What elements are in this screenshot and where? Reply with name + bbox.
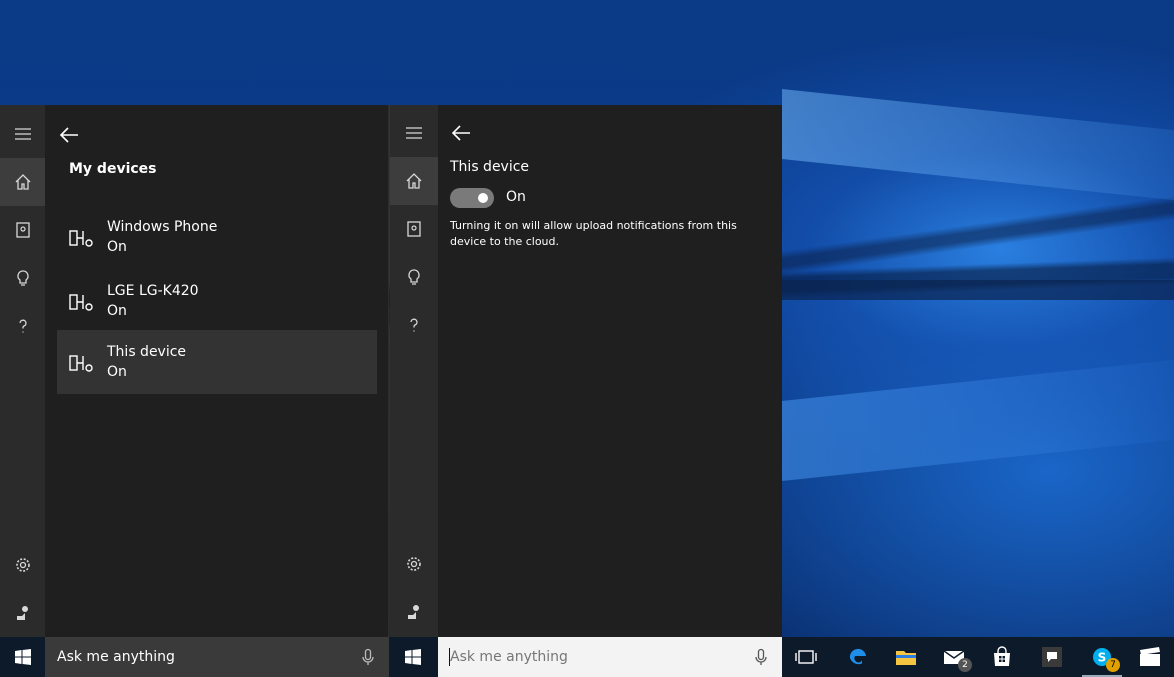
sync-notifications-toggle[interactable] xyxy=(450,188,494,208)
back-arrow-icon xyxy=(451,125,470,141)
store-button[interactable] xyxy=(978,637,1026,677)
device-name: This device xyxy=(107,344,187,360)
file-explorer-button[interactable] xyxy=(882,637,930,677)
menu-icon xyxy=(14,128,31,140)
svg-text:S: S xyxy=(1098,651,1107,665)
clapperboard-icon xyxy=(1140,647,1160,666)
reminders-button[interactable] xyxy=(390,253,438,301)
taskbar: Ask me anything Ask me anything 2 S 7 xyxy=(0,637,1174,677)
back-arrow-icon xyxy=(59,127,78,143)
settings-icon xyxy=(407,557,421,571)
task-view-icon xyxy=(795,650,817,664)
connected-device-icon xyxy=(69,230,93,247)
edge-browser-button[interactable] xyxy=(834,637,882,677)
device-item-this-device[interactable]: This device On xyxy=(57,330,377,394)
start-button-2[interactable] xyxy=(390,637,435,677)
windows-logo-icon xyxy=(14,649,31,665)
store-bag-icon xyxy=(994,646,1010,666)
help-button[interactable] xyxy=(0,302,45,350)
folder-icon xyxy=(896,651,916,665)
lightbulb-icon xyxy=(16,270,29,286)
notebook-button[interactable] xyxy=(0,206,45,254)
windows-logo-icon xyxy=(404,649,421,665)
notebook-icon xyxy=(15,222,30,238)
edge-icon xyxy=(849,648,866,665)
toggle-knob xyxy=(478,193,488,203)
home-icon xyxy=(406,173,422,189)
lightbulb-icon xyxy=(408,269,420,285)
help-icon xyxy=(18,319,27,333)
reminders-button[interactable] xyxy=(0,254,45,302)
toggle-description: Turning it on will allow upload notifica… xyxy=(450,219,737,248)
feedback-icon xyxy=(16,606,28,620)
menu-button[interactable] xyxy=(390,109,438,157)
device-item-windows-phone[interactable]: Windows Phone On xyxy=(57,205,377,269)
notebook-button[interactable] xyxy=(390,205,438,253)
mail-button[interactable]: 2 xyxy=(930,637,978,677)
back-button[interactable] xyxy=(58,125,82,149)
feedback-icon xyxy=(408,605,419,619)
page-title: This device xyxy=(450,159,530,175)
feedback-button[interactable] xyxy=(390,588,438,636)
microphone-icon[interactable] xyxy=(359,648,377,666)
device-state: On xyxy=(107,239,127,255)
mail-badge: 2 xyxy=(958,658,972,672)
task-view-button[interactable] xyxy=(782,637,830,677)
settings-icon xyxy=(15,558,30,572)
menu-icon xyxy=(406,127,422,139)
skype-button[interactable]: S 7 xyxy=(1078,637,1126,677)
back-button[interactable] xyxy=(450,123,474,147)
cortana-rail xyxy=(0,105,45,637)
page-title: My devices xyxy=(69,161,157,177)
device-state: On xyxy=(107,364,127,380)
settings-button[interactable] xyxy=(0,541,45,589)
movies-tv-button[interactable] xyxy=(1126,637,1174,677)
start-button[interactable] xyxy=(0,637,45,677)
cortana-panel-this-device: This device On Turning it on will allow … xyxy=(390,105,782,637)
connected-device-icon xyxy=(69,355,93,372)
help-icon xyxy=(410,318,418,332)
feedback-button[interactable] xyxy=(0,589,45,637)
settings-button[interactable] xyxy=(390,540,438,588)
chat-bubble-icon xyxy=(1042,647,1062,667)
help-button[interactable] xyxy=(390,301,438,349)
search-placeholder: Ask me anything xyxy=(450,649,568,665)
cortana-panel-my-devices: My devices Windows Phone On LGE LG-K420 … xyxy=(0,105,389,637)
device-state: On xyxy=(107,303,127,319)
messaging-button[interactable] xyxy=(1028,637,1076,677)
search-text: Ask me anything xyxy=(57,649,175,665)
microphone-icon[interactable] xyxy=(752,648,770,666)
skype-badge: 7 xyxy=(1106,658,1120,672)
connected-device-icon xyxy=(69,294,93,311)
home-button[interactable] xyxy=(0,158,45,206)
home-icon xyxy=(15,174,30,190)
cortana-search-box-right[interactable]: Ask me anything xyxy=(438,637,782,677)
menu-button[interactable] xyxy=(0,110,45,158)
cortana-rail xyxy=(390,105,438,637)
device-item-lge[interactable]: LGE LG-K420 On xyxy=(57,269,377,333)
cortana-search-box-left[interactable]: Ask me anything xyxy=(45,637,389,677)
device-name: Windows Phone xyxy=(107,219,218,235)
notebook-icon xyxy=(407,221,421,237)
toggle-label: On xyxy=(506,189,526,205)
device-name: LGE LG-K420 xyxy=(107,283,199,299)
home-button[interactable] xyxy=(390,157,438,205)
